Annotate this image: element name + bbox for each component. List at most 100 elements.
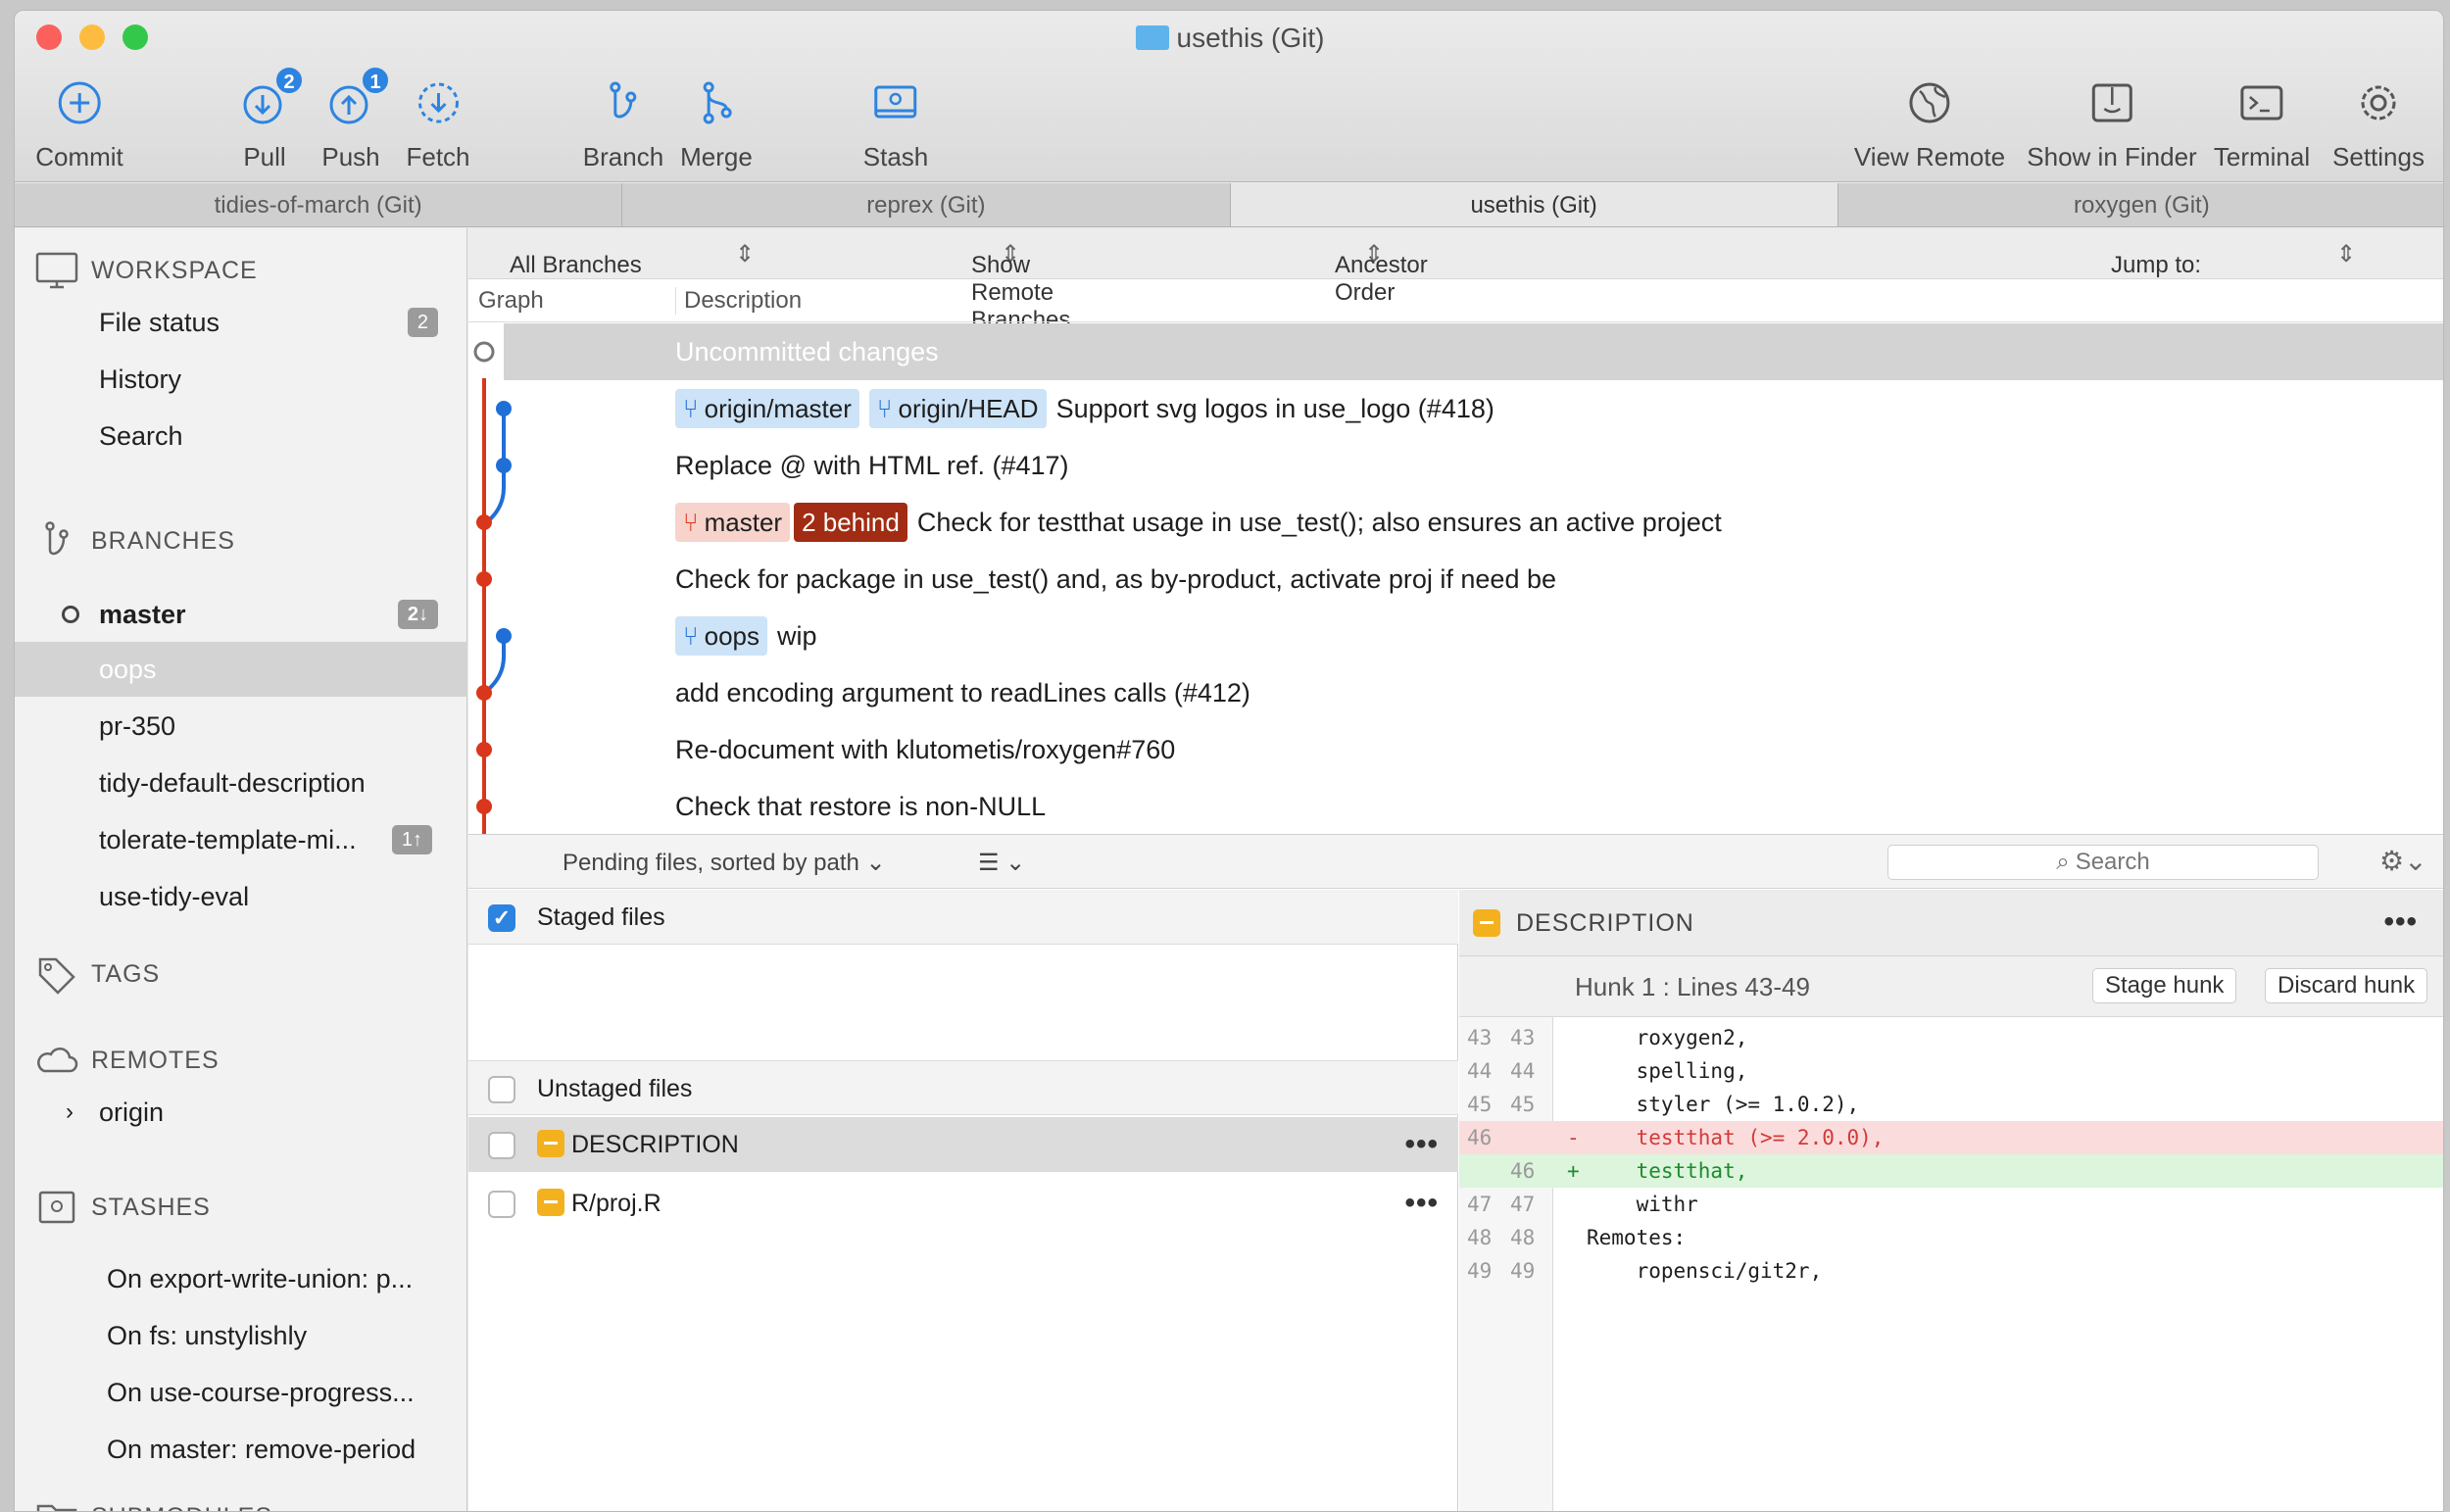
workspace-heading: WORKSPACE [91,256,258,284]
sidebar-item-tidy-default-description[interactable]: tidy-default-description [15,756,467,810]
commit-message: Replace @ with HTML ref. (#417) [675,451,1069,480]
stash-button[interactable]: Stash [862,73,929,172]
diff-line-text: roxygen2, [1587,1026,1748,1049]
sidebar-item-use-tidy-eval[interactable]: use-tidy-eval [15,869,467,924]
order-select[interactable]: Ancestor Order ⇕ [1335,240,1428,306]
gear-icon [2361,85,2396,121]
commit-row[interactable]: add encoding argument to readLines calls… [468,664,2443,721]
old-line-number: 48 [1467,1226,1493,1249]
staged-files-header: ✓ Staged files [468,890,1458,945]
commit-row[interactable]: Check for package in use_test() and, as … [468,551,2443,608]
graph-column-header[interactable]: Graph [478,287,544,315]
file-row-proj[interactable]: R/proj.R ••• [468,1176,1458,1231]
commit-row[interactable]: Replace @ with HTML ref. (#417) [468,437,2443,494]
folder-icon [1135,25,1169,50]
search-placeholder: Search [2075,849,2150,875]
branches-filter-select[interactable]: All Branches ⇕ [510,240,755,278]
diff-actions-menu[interactable]: ••• [2383,905,2418,939]
pull-button[interactable]: 2 Pull [235,66,304,172]
unstaged-checkbox[interactable] [488,1076,515,1103]
merge-icon [703,81,732,124]
terminal-button[interactable]: Terminal [2214,73,2310,172]
sidebar-item-file-status[interactable]: File status 2 [15,295,467,350]
hunk-header: Hunk 1 : Lines 43-49 Stage hunk Discard … [1459,956,2443,1017]
commit-row[interactable]: Check that restore is non-NULL [468,778,2443,834]
files-search-input[interactable]: ⌕ Search [1887,845,2319,880]
push-label: Push [321,142,380,171]
master-label: master [99,600,186,629]
push-button[interactable]: 1 Push [321,66,390,172]
branch-tag-origin-master[interactable]: ⑂ origin/master [675,389,859,428]
branch-tag-master[interactable]: ⑂ master [675,503,791,542]
commit-history-list: Uncommitted changes ⑂ origin/master ⑂ origi… [468,323,2443,834]
fetch-button[interactable]: Fetch [406,73,470,172]
branch-tag-origin-head[interactable]: ⑂ origin/HEAD [868,389,1047,428]
fetch-icon [417,82,459,123]
view-remote-button[interactable]: View Remote [1854,73,2005,172]
settings-button[interactable]: Settings [2332,73,2425,172]
diff-line-text: ropensci/git2r, [1587,1259,1823,1283]
tab-reprex[interactable]: reprex (Git) [622,183,1231,226]
stash-item[interactable]: On use-course-progress... [15,1365,467,1420]
remote-branches-select[interactable]: Show Remote Branches ⇕ [971,240,1070,333]
tab-usethis[interactable]: usethis (Git) [1230,183,1838,226]
diff-line: 45 45 styler (>= 1.0.2), [1459,1088,2443,1121]
sidebar-item-origin[interactable]: › origin [15,1085,467,1140]
stash-item[interactable]: On master: remove-period [15,1422,467,1477]
stage-hunk-button[interactable]: Stage hunk [2092,968,2237,1003]
merge-button[interactable]: Merge [680,73,753,172]
chevron-right-icon[interactable]: › [66,1085,74,1140]
file-actions-menu[interactable]: ••• [1404,1117,1439,1172]
sidebar-item-tolerate-template[interactable]: tolerate-template-mi... 1↑ [15,812,467,867]
unstaged-files-header: Unstaged files [468,1060,1458,1115]
cloud-icon [37,1048,78,1073]
file-row-description[interactable]: DESCRIPTION ••• [468,1117,1458,1172]
commit-message: Re-document with klutometis/roxygen#760 [675,735,1176,764]
commit-row[interactable]: ⑂ oops wip [468,608,2443,664]
stash-label: Stash [862,142,929,171]
modified-file-icon [537,1130,564,1157]
sidebar-item-search[interactable]: Search [15,409,467,463]
file-status-label: File status [99,308,220,337]
commit-row[interactable]: ⑂ origin/master ⑂ origin/HEAD Support svg lo… [468,380,2443,437]
view-mode-dropdown[interactable]: ☰ ⌄ [978,849,1025,877]
jump-to-select[interactable]: Jump to: ⇕ [2111,240,2356,278]
uncommitted-changes-row[interactable]: Uncommitted changes [504,323,2443,380]
sidebar-item-master[interactable]: master 2↓ [15,587,467,642]
sidebar-item-history[interactable]: History [15,352,467,407]
sidebar-item-oops[interactable]: oops [15,642,467,697]
globe-icon [1909,82,1950,123]
description-column-header[interactable]: Description [675,287,802,315]
sidebar: WORKSPACE File status 2 History Search BR… [15,228,467,1511]
uncommitted-label: Uncommitted changes [675,337,939,366]
tab-roxygen[interactable]: roxygen (Git) [1838,183,2443,226]
commit-row[interactable]: ⑂ master 2 behind Check for testthat usage … [468,494,2443,551]
file-checkbox[interactable] [488,1191,515,1218]
stash-item[interactable]: On export-write-union: p... [15,1251,467,1306]
tab-tidies-of-march[interactable]: tidies-of-march (Git) [15,183,623,226]
show-in-finder-button[interactable]: Show in Finder [2027,73,2197,172]
branch-icon [610,81,637,119]
gear-icon[interactable]: ⚙⌄ [2379,845,2427,877]
folder-icon [36,1504,77,1511]
commit-row[interactable]: Re-document with klutometis/roxygen#760 [468,721,2443,778]
staged-checkbox[interactable]: ✓ [488,904,515,932]
branch-tag-oops[interactable]: ⑂ oops [675,616,767,656]
diff-line-text: spelling, [1587,1059,1748,1083]
commit-button[interactable]: Commit [35,73,123,172]
sort-files-dropdown[interactable]: Pending files, sorted by path ⌄ [563,849,886,877]
stash-item[interactable]: On fs: unstylishly [15,1308,467,1363]
discard-hunk-button[interactable]: Discard hunk [2265,968,2428,1003]
pull-label: Pull [243,142,286,171]
settings-label: Settings [2332,142,2425,171]
branch-button[interactable]: Branch [583,73,663,172]
commit-description: ⑂ origin/master ⑂ origin/HEAD Support svg lo… [675,380,1494,437]
diff-sign: + [1567,1159,1580,1183]
submodules-section: SUBMODULES [34,1496,272,1511]
file-checkbox[interactable] [488,1132,515,1159]
sidebar-item-pr-350[interactable]: pr-350 [15,699,467,754]
new-line-number: 44 [1510,1059,1536,1083]
file-actions-menu[interactable]: ••• [1404,1176,1439,1231]
app-window: usethis (Git) Commit 2 Pull 1 Push Fetch… [14,10,2444,1512]
branches-heading: BRANCHES [91,526,235,555]
